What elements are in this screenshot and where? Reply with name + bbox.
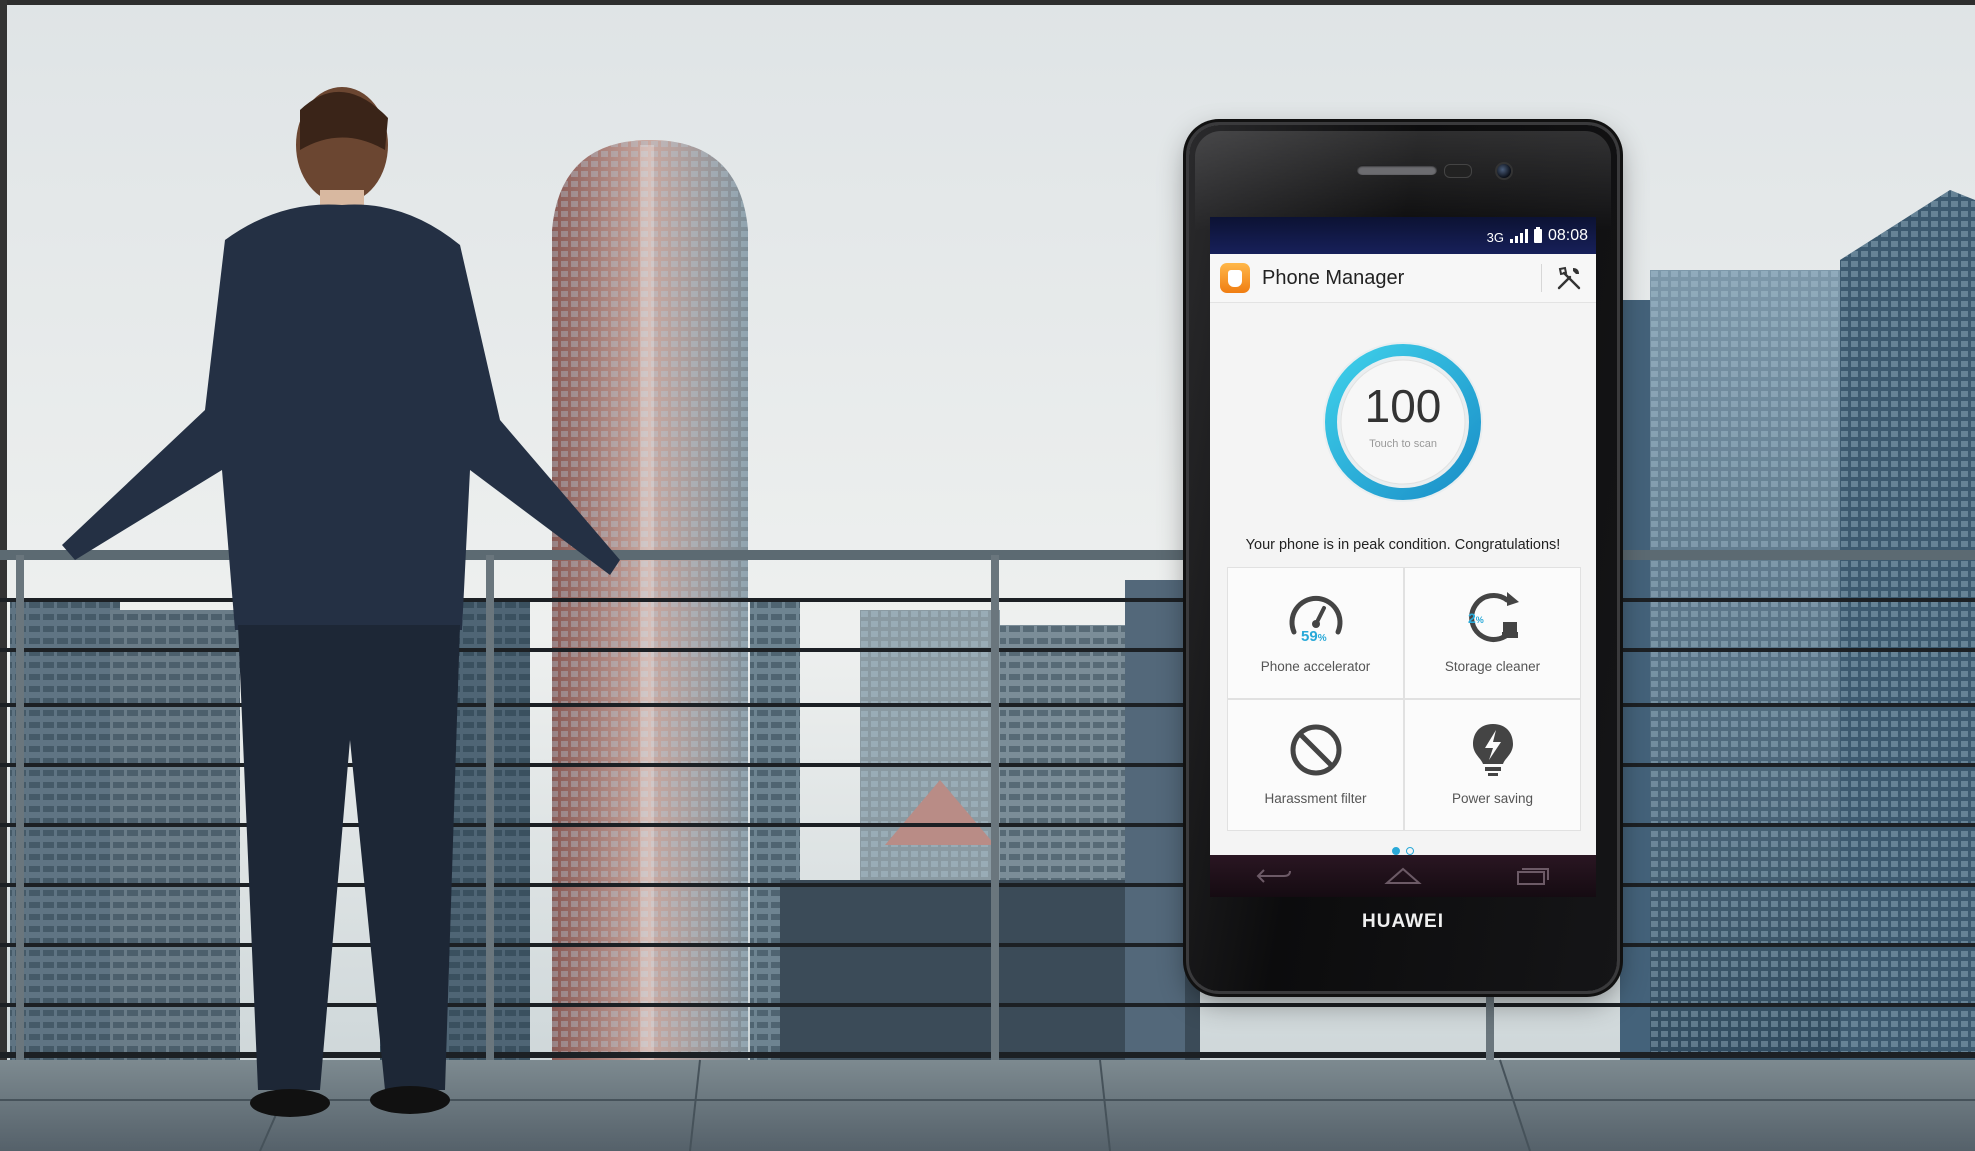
tools-grid: 59% Phone accelerator 2% Storage cleaner (1227, 567, 1581, 831)
phone-manager-icon (1220, 263, 1250, 293)
app-title: Phone Manager (1262, 266, 1405, 289)
tile-label: Power saving (1451, 791, 1534, 806)
phone-gloss (1195, 131, 1611, 231)
front-camera-icon (1495, 162, 1513, 180)
skyline-right (1620, 190, 1975, 1070)
back-button[interactable] (1249, 861, 1299, 891)
navigation-bar (1210, 855, 1596, 897)
tools-icon (1557, 266, 1581, 290)
storage-cleaner-tile[interactable]: 2% Storage cleaner (1405, 568, 1580, 698)
status-bar: 3G 08:08 (1210, 217, 1596, 254)
block-icon (1290, 724, 1341, 776)
scan-gauge-button[interactable]: 100 Touch to scan (1320, 339, 1486, 505)
back-icon (1256, 869, 1292, 883)
clock: 08:08 (1547, 226, 1588, 244)
city-balcony-scene (0, 0, 1975, 1151)
accelerator-percent: 59% (1301, 628, 1327, 645)
network-type: 3G (1486, 229, 1504, 245)
tools-button[interactable] (1554, 263, 1584, 293)
home-button[interactable] (1378, 861, 1428, 891)
tile-label: Harassment filter (1264, 791, 1367, 806)
tile-label: Phone accelerator (1260, 659, 1371, 674)
harassment-filter-tile[interactable]: Harassment filter (1228, 700, 1403, 830)
home-icon (1384, 867, 1422, 884)
phone-screen: 3G 08:08 Phone Manager 100 Touch to scan… (1210, 217, 1596, 897)
lightning-icon (1472, 724, 1513, 776)
power-saving-tile[interactable]: Power saving (1405, 700, 1580, 830)
phone-device: 3G 08:08 Phone Manager 100 Touch to scan… (1189, 125, 1617, 991)
signal-icon (1509, 228, 1528, 243)
tile-label: Storage cleaner (1444, 659, 1541, 674)
recents-icon (1516, 868, 1549, 885)
divider (1541, 264, 1542, 292)
brand-logo: HUAWEI (1362, 911, 1444, 932)
status-message: Your phone is in peak condition. Congrat… (1245, 537, 1561, 553)
background-photo (0, 0, 1975, 1151)
recents-button[interactable] (1507, 861, 1557, 891)
earpiece-speaker (1357, 165, 1437, 175)
app-bar: Phone Manager (1210, 254, 1596, 303)
storage-percent: 2% (1468, 610, 1484, 626)
tall-tower (552, 140, 748, 1065)
page-indicator (1210, 847, 1596, 855)
health-score: 100 (1364, 380, 1442, 432)
scan-hint: Touch to scan (1369, 438, 1437, 450)
page-dot-active[interactable] (1392, 847, 1400, 855)
page-dot[interactable] (1406, 847, 1414, 855)
proximity-sensor (1444, 164, 1472, 178)
phone-accelerator-tile[interactable]: 59% Phone accelerator (1228, 568, 1403, 698)
battery-icon (1533, 226, 1542, 243)
